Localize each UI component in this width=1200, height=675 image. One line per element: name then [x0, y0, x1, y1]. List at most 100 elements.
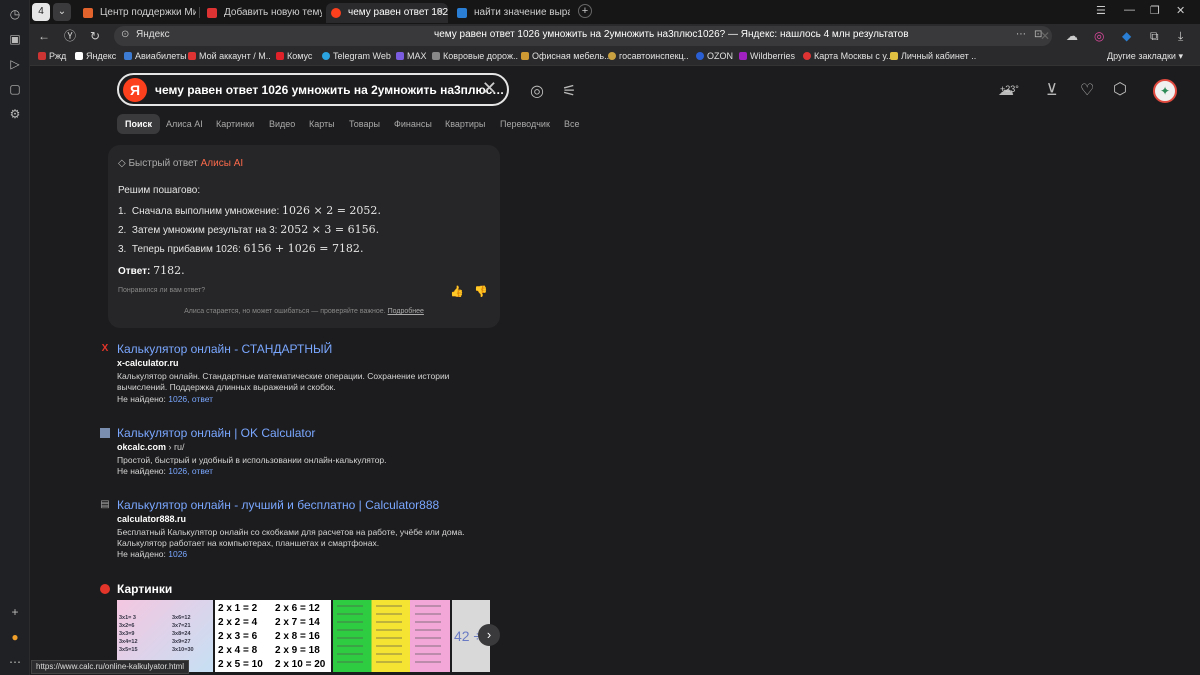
bookmark-item[interactable]: Telegram Web [322, 51, 391, 61]
search-input[interactable]: чему равен ответ 1026 умножить на 2умнож… [155, 83, 504, 97]
image-thumbnail[interactable] [333, 600, 450, 672]
services-icon[interactable]: ⬡ [1113, 79, 1127, 99]
result-title-link[interactable]: Калькулятор онлайн - лучший и бесплатно … [117, 498, 439, 512]
bookmark-item[interactable]: MAX [396, 51, 427, 61]
thumb2-right-col: 2 x 6 = 12 2 x 7 = 14 2 x 8 = 16 2 x 9 = 18… [275, 603, 326, 670]
bookmark-item[interactable]: Комус [276, 51, 312, 61]
reload-icon[interactable]: ↻ [90, 28, 100, 44]
instagram-extension-icon[interactable]: ◎ [1094, 28, 1104, 44]
result-host[interactable]: x-calculator.ru [117, 358, 179, 368]
bookmark-item[interactable]: Авиабилеты [124, 51, 187, 61]
alice-step: 2. Затем умножим результат на 3: 2052 × … [118, 223, 380, 236]
address-url[interactable]: чему равен ответ 1026 умножить на 2умнож… [434, 29, 909, 40]
cloud-extension-icon[interactable]: ☁ [1066, 28, 1078, 44]
more-options-icon[interactable]: ⋯ [1016, 29, 1026, 40]
alice-icon[interactable]: ● [7, 629, 23, 645]
tab-favicon-icon [457, 8, 467, 18]
collections-icon[interactable]: ▣ [7, 31, 23, 47]
more-icon[interactable]: ⋯ [7, 654, 23, 670]
play-icon[interactable]: ▷ [7, 56, 23, 72]
image-thumbnail[interactable]: 2 x 1 = 22 x 2 = 42 x 3 = 62 x 4 = 82 x … [215, 600, 331, 672]
minimize-icon[interactable]: — [1124, 4, 1135, 16]
tab-add-topic[interactable]: Добавить новую тему - С [202, 3, 322, 23]
camera-search-icon[interactable]: ◎ [530, 81, 544, 101]
new-tab-button[interactable]: + [578, 4, 592, 18]
images-heading[interactable]: Картинки [100, 582, 172, 596]
tab-counter[interactable]: 4 [32, 3, 50, 21]
avatar[interactable]: ✦ [1153, 79, 1177, 103]
thumb1-right-col: 3x6=12 3x7=21 3x8=24 3x9=27 3x10=30 [172, 615, 194, 653]
tab-products[interactable]: Товары [349, 114, 380, 134]
close-tab-icon[interactable]: ✕ [436, 3, 444, 23]
thumbs-down-icon[interactable]: 👎 [474, 285, 488, 298]
bookmark-item[interactable]: Wildberries [739, 51, 795, 61]
thumbs-up-icon[interactable]: 👍 [450, 285, 464, 298]
tab-find-value[interactable]: найти значение выраже [452, 3, 570, 23]
close-window-icon[interactable]: ✕ [1176, 4, 1185, 17]
cart-icon[interactable]: ⊻ [1046, 80, 1058, 100]
tab-title: найти значение выраже [474, 7, 570, 18]
tabs-menu-icon[interactable]: ☰ [1096, 4, 1106, 17]
yandex-home-icon[interactable]: Ⓨ [64, 28, 76, 44]
tab-strip: 4 ⌄ Центр поддержки Мир т Добавить новую… [30, 0, 1200, 24]
search-result: ▤ Калькулятор онлайн - лучший и бесплатн… [100, 498, 500, 568]
yandex-logo[interactable]: Я [123, 78, 147, 102]
bookmark-item[interactable]: Ковровые дорож.. [432, 51, 518, 61]
tab-support[interactable]: Центр поддержки Мир т [78, 3, 196, 23]
browser-sidebar: ◷ ▣ ▷ ▢ ⚙ + ● ⋯ [0, 0, 30, 675]
x-calculator-favicon-icon: X [101, 343, 109, 354]
tab-active-search[interactable]: чему равен ответ 1026 ✕ [326, 3, 448, 23]
more-link[interactable]: Подробнее [388, 308, 424, 315]
alice-icon: ◇ [118, 158, 126, 169]
feedback-question: Понравился ли вам ответ? [118, 287, 206, 294]
bookmark-item[interactable]: Карта Москвы с у.. [803, 51, 891, 61]
tab-title: Добавить новую тему - С [224, 7, 322, 18]
tab-apartments[interactable]: Квартиры [445, 114, 485, 134]
weather-temp[interactable]: +23° [1000, 84, 1019, 94]
tab-all[interactable]: Все [564, 114, 580, 134]
bookmark-item[interactable]: Офисная мебель.. [521, 51, 609, 61]
carousel-next-button[interactable]: › [478, 624, 500, 646]
download-icon[interactable]: ⤓ [1178, 28, 1183, 44]
filters-icon[interactable]: ⚟ [562, 81, 576, 101]
shield-extension-icon[interactable]: ◆ [1122, 28, 1131, 44]
address-bar[interactable]: ⊙ Яндекс чему равен ответ 1026 умножить … [114, 26, 1052, 46]
tab-images[interactable]: Картинки [216, 114, 254, 134]
tab-title: чему равен ответ 1026 [348, 7, 448, 18]
add-icon[interactable]: + [7, 604, 23, 620]
result-title-link[interactable]: Калькулятор онлайн - СТАНДАРТНЫЙ [117, 342, 332, 356]
tab-search[interactable]: Поиск [117, 114, 161, 134]
bookmark-item[interactable]: OZON [696, 51, 733, 61]
bookmark-item[interactable]: Мой аккаунт / М.. [188, 51, 271, 61]
maximize-icon[interactable]: ❐ [1150, 4, 1160, 17]
result-host[interactable]: calculator888.ru [117, 514, 186, 524]
tab-translator[interactable]: Переводчик [500, 114, 550, 134]
bookmark-item[interactable]: Ржд [38, 51, 66, 61]
other-bookmarks[interactable]: Другие закладки ▾ [1107, 51, 1183, 62]
result-host[interactable]: okcalc.com › ru/ [117, 442, 185, 452]
tab-video[interactable]: Видео [269, 114, 295, 134]
tab-favicon-icon [83, 8, 93, 18]
okcalc-favicon-icon: ▦ [100, 427, 110, 438]
bookmark-item[interactable]: Яндекс [75, 51, 116, 61]
site-info-icon[interactable]: ⊙ [121, 29, 129, 40]
back-icon[interactable]: ← [38, 28, 50, 44]
bookmark-item[interactable]: Личный кабинет .. [890, 51, 976, 61]
clear-search-icon[interactable]: ✕ [482, 78, 497, 99]
alice-answer-card: ◇ Быстрый ответ Алисы AI Решим пошагово:… [108, 145, 500, 328]
extension-icon[interactable]: ✕ [1040, 28, 1050, 44]
history-icon[interactable]: ◷ [7, 6, 23, 22]
settings-icon[interactable]: ⚙ [7, 106, 23, 122]
result-title-link[interactable]: Калькулятор онлайн | OK Calculator [117, 426, 315, 440]
tab-alice-ai[interactable]: Алиса AI [166, 114, 203, 134]
address-toolbar: ← Ⓨ ↻ ⊙ Яндекс чему равен ответ 1026 умн… [30, 24, 1200, 48]
tab-finance[interactable]: Финансы [394, 114, 432, 134]
favorites-heart-icon[interactable]: ♡ [1080, 80, 1094, 100]
result-missing: Не найдено: 1026 [117, 549, 188, 559]
extensions-icon[interactable]: ⧉ [1150, 28, 1159, 44]
tab-maps[interactable]: Карты [309, 114, 335, 134]
bookmark-item[interactable]: госавтоинспекц.. [608, 51, 689, 61]
tab-count-icon[interactable]: ▢ [7, 81, 23, 97]
chevron-down-icon[interactable]: ⌄ [53, 3, 71, 21]
search-box[interactable]: Я чему равен ответ 1026 умножить на 2умн… [117, 73, 509, 106]
